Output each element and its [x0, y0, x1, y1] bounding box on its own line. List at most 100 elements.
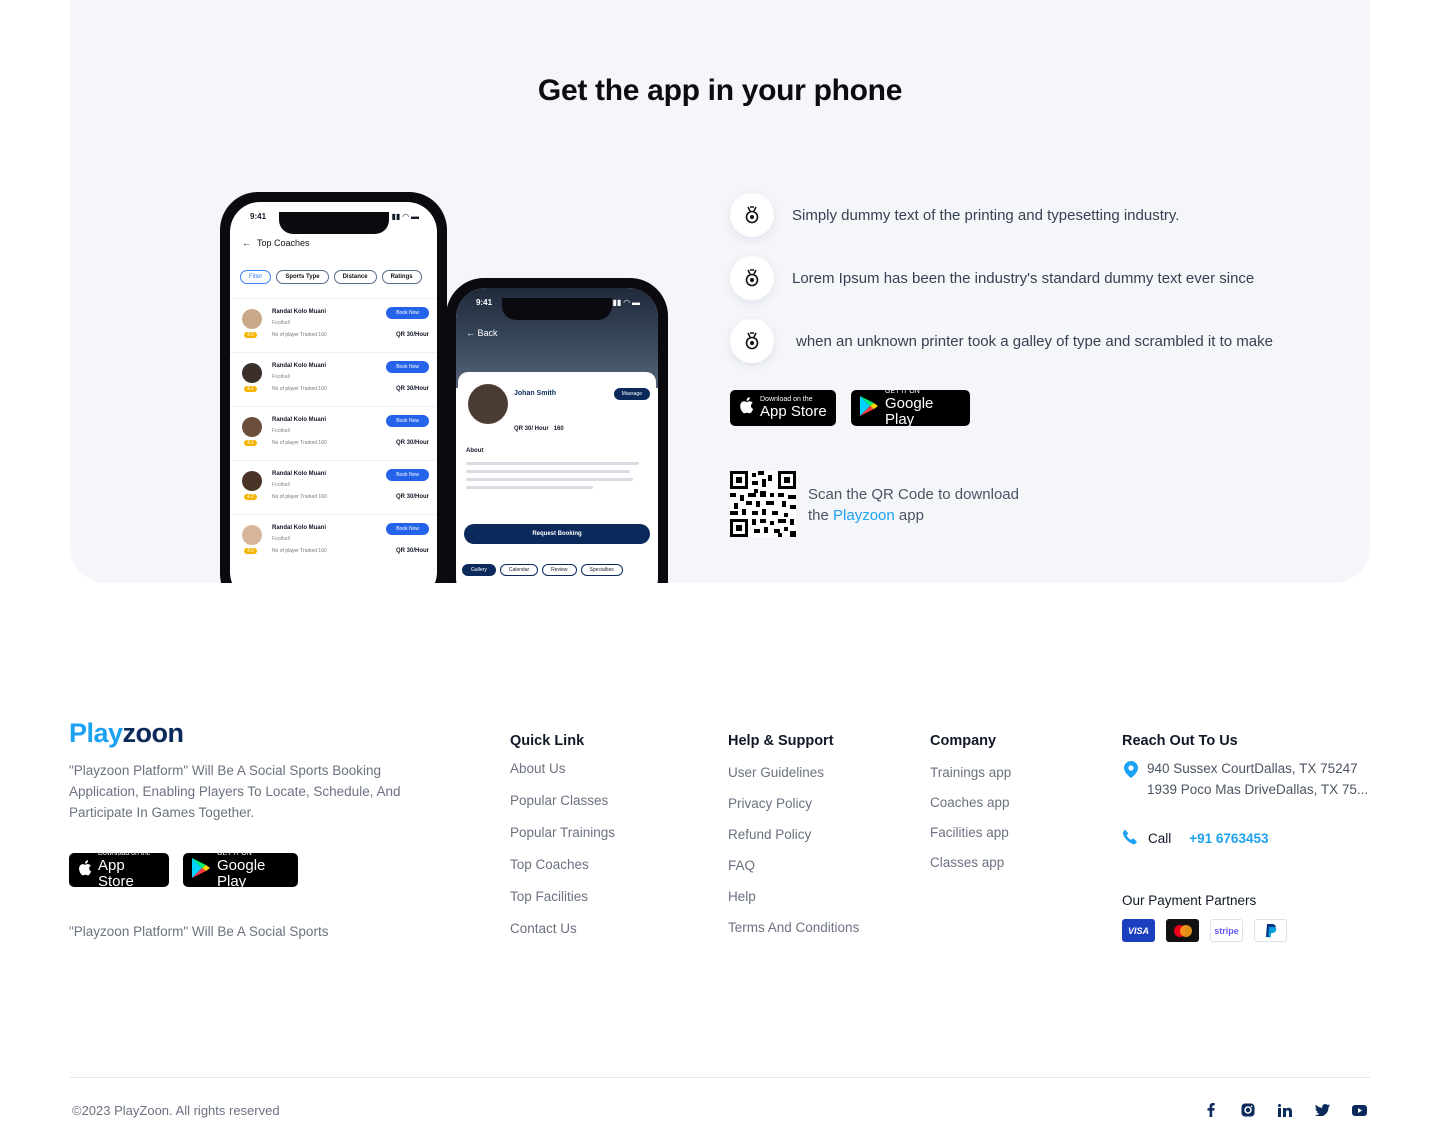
tab-gallery: Gallery — [462, 564, 496, 576]
qr-code — [730, 471, 796, 537]
about-text-placeholder — [466, 462, 648, 494]
apple-icon — [77, 859, 92, 882]
coach-trained: No of player Trained 160 — [272, 494, 327, 500]
tab-specialties: Specialties — [580, 564, 623, 576]
linkedin-icon[interactable] — [1277, 1102, 1293, 1118]
feature-item: Lorem Ipsum has been the industry's stan… — [730, 256, 1254, 300]
phone-number[interactable]: +91 6763453 — [1189, 831, 1268, 846]
phone-mockup-coaches: 9:41 ▮▮ ◠ ▬ ← Top Coaches Filter Sports … — [220, 192, 447, 583]
rating-badge: 4.5 — [244, 332, 257, 338]
coach-name: Randal Kolo Muani — [272, 525, 326, 531]
back-link: ← Back — [466, 328, 498, 338]
qr-line2-prefix: the — [808, 507, 834, 524]
list-item: 4.2 Randal Kolo Muani Football No of pla… — [230, 460, 437, 514]
link-about-us[interactable]: About Us — [510, 761, 615, 776]
logo-part1: Play — [69, 718, 123, 748]
payment-partners-heading: Our Payment Partners — [1122, 893, 1257, 908]
trained-count: 160 — [553, 426, 564, 432]
link-top-coaches[interactable]: Top Coaches — [510, 857, 615, 872]
link-refund-policy[interactable]: Refund Policy — [728, 827, 859, 842]
google-play-button[interactable]: GET IT ON Google Play — [851, 388, 970, 428]
signal-icon: ▮▮ ◠ ▬ — [612, 298, 640, 307]
coach-price: QR 30/Hour — [395, 440, 429, 446]
phone-mockup-profile: 9:41 ▮▮ ◠ ▬ ← Back Johan Smith Massage Q… — [446, 278, 668, 583]
app-store-big: App Store — [98, 857, 134, 890]
coach-trained: No of player Trained 160 — [272, 440, 327, 446]
filter-chips: Filter Sports Type Distance Ratings — [240, 270, 422, 284]
coach-trained: No of player Trained 160 — [272, 386, 327, 392]
profile-card: Johan Smith Massage QR 30/ Hour 160 Abou… — [458, 372, 656, 583]
phone-icon — [1122, 829, 1138, 848]
coach-price: QR 30/Hour — [395, 548, 429, 554]
filter-chip: Filter — [240, 270, 272, 284]
facebook-icon[interactable] — [1203, 1102, 1219, 1118]
app-store-big: App Store — [760, 403, 827, 420]
instagram-icon[interactable] — [1240, 1102, 1256, 1118]
link-terms[interactable]: Terms And Conditions — [728, 920, 859, 935]
coach-name: Johan Smith — [514, 390, 557, 397]
coach-name: Randal Kolo Muani — [272, 309, 326, 315]
google-play-button[interactable]: GET IT ON Google Play — [183, 850, 298, 890]
coach-list: 4.5 Randal Kolo Muani Football No of pla… — [230, 298, 437, 568]
mastercard-logo — [1166, 919, 1199, 942]
about-text: "Playzoon Platform" Will Be A Social Spo… — [69, 763, 401, 820]
coach-name: Randal Kolo Muani — [272, 471, 326, 477]
link-trainings-app[interactable]: Trainings app — [930, 765, 1011, 780]
feature-item: Simply dummy text of the printing and ty… — [730, 193, 1179, 237]
avatar — [242, 417, 262, 437]
phone-screen: 9:41 ▮▮ ◠ ▬ ← Top Coaches Filter Sports … — [230, 202, 437, 583]
call-row[interactable]: Call +91 6763453 — [1122, 829, 1268, 848]
tab-calendar: Calendar — [499, 564, 539, 576]
feature-item: when an unknown printer took a galley of… — [730, 319, 1273, 363]
address-line-2: 1939 Poco Mas DriveDallas, TX 75... — [1147, 782, 1369, 797]
youtube-icon[interactable] — [1351, 1102, 1367, 1118]
list-item: 4.5 Randal Kolo Muani Football No of pla… — [230, 298, 437, 352]
list-item: 4.1 Randal Kolo Muani Football No of pla… — [230, 406, 437, 460]
price-value: QR 30/ Hour — [514, 426, 549, 432]
distance-chip: Distance — [333, 270, 377, 284]
rating-badge: 4.2 — [244, 494, 257, 500]
avatar — [242, 471, 262, 491]
reach-out-column: Reach Out To Us 940 Sussex CourtDallas, … — [1122, 733, 1372, 942]
company-heading: Company — [930, 733, 997, 749]
quick-link-column: Quick Link About Us Popular Classes Popu… — [510, 733, 615, 953]
location-pin-icon — [1124, 761, 1138, 783]
link-popular-trainings[interactable]: Popular Trainings — [510, 825, 615, 840]
app-store-button[interactable]: Download on the App Store — [730, 390, 836, 426]
link-facilities-app[interactable]: Facilities app — [930, 825, 1011, 840]
link-help[interactable]: Help — [728, 889, 859, 904]
list-item: 4.5 Randal Kolo Muani Football No of pla… — [230, 514, 437, 568]
company-column: Company Trainings app Coaches app Facili… — [930, 733, 1011, 885]
qr-line1: Scan the QR Code to download — [808, 486, 1019, 503]
feature-text: when an unknown printer took a galley of… — [796, 332, 1273, 350]
playzoon-logo[interactable]: Playzoon — [69, 718, 184, 749]
link-classes-app[interactable]: Classes app — [930, 855, 1011, 870]
link-popular-classes[interactable]: Popular Classes — [510, 793, 615, 808]
coach-trained: No of player Trained 160 — [272, 332, 327, 338]
feature-text: Lorem Ipsum has been the industry's stan… — [792, 269, 1255, 287]
link-user-guidelines[interactable]: User Guidelines — [728, 765, 859, 780]
coach-name: Randal Kolo Muani — [272, 363, 326, 369]
logo-part2: zoon — [122, 718, 184, 748]
google-play-icon — [859, 395, 879, 422]
ratings-chip: Ratings — [381, 270, 422, 284]
address-line-1: 940 Sussex CourtDallas, TX 75247 — [1147, 761, 1358, 776]
promo-title: Get the app in your phone — [537, 74, 903, 107]
link-top-facilities[interactable]: Top Facilities — [510, 889, 615, 904]
coach-sport: Football — [272, 482, 290, 488]
link-contact-us[interactable]: Contact Us — [510, 921, 615, 936]
coach-sport: Football — [272, 428, 290, 434]
twitter-icon[interactable] — [1314, 1102, 1330, 1118]
call-label: Call — [1148, 831, 1172, 846]
status-time: 9:41 — [250, 212, 267, 221]
medal-icon — [730, 256, 774, 300]
signal-icon: ▮▮ ◠ ▬ — [391, 212, 419, 221]
medal-icon — [730, 193, 774, 237]
app-store-button[interactable]: Download on the App Store — [69, 850, 169, 890]
link-faq[interactable]: FAQ — [728, 858, 859, 873]
book-now-button: Book Now — [386, 523, 429, 535]
sports-type-chip: Sports Type — [276, 270, 329, 284]
link-coaches-app[interactable]: Coaches app — [930, 795, 1011, 810]
book-now-button: Book Now — [386, 307, 429, 319]
link-privacy-policy[interactable]: Privacy Policy — [728, 796, 859, 811]
